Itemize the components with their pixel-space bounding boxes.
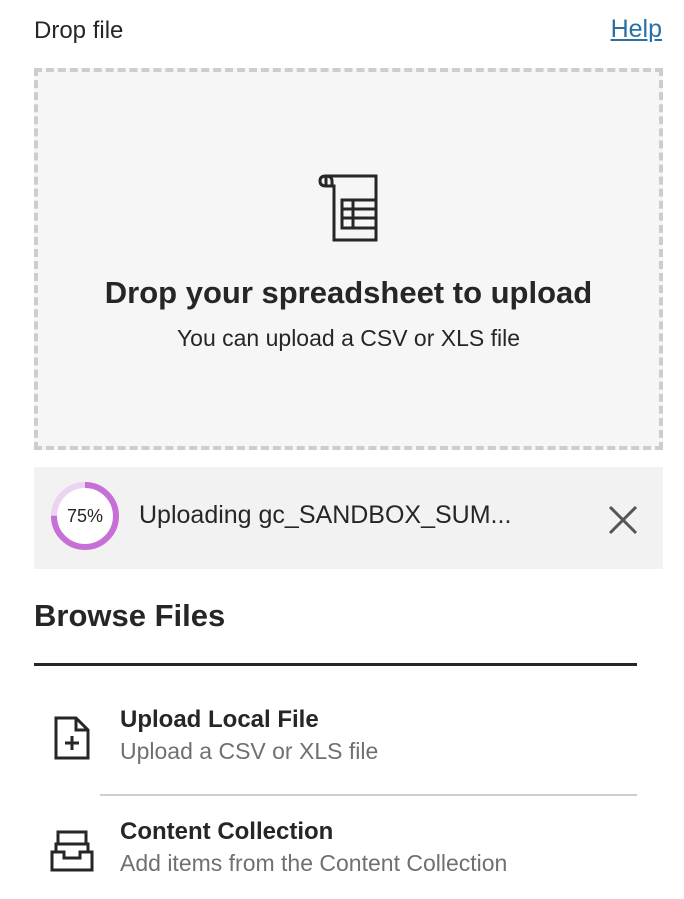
drop-file-label: Drop file [34,17,124,44]
inbox-tray-icon [50,830,94,872]
progress-percent: 75% [66,505,104,526]
browse-files-title: Browse Files [34,598,226,633]
help-link[interactable]: Help [611,15,662,44]
upload-filename: Uploading gc_SANDBOX_SUM... [139,501,512,529]
option-description: Add items from the Content Collection [120,850,508,876]
option-title: Content Collection [120,818,334,845]
dropzone-title: Drop your spreadsheet to upload [104,275,593,310]
close-icon[interactable] [607,504,639,536]
option-title: Upload Local File [120,706,319,733]
file-upload-panel: Drop file Help Drop your spreadsheet to … [0,0,684,899]
upload-local-file-option[interactable]: Upload Local File Upload a CSV or XLS fi… [34,700,637,790]
browse-divider [34,663,637,666]
dropzone[interactable]: Drop your spreadsheet to upload You can … [34,68,663,450]
file-plus-icon [54,716,90,760]
upload-progress-row: 75% Uploading gc_SANDBOX_SUM... [34,467,663,569]
spreadsheet-icon [318,174,378,242]
dropzone-subtitle: You can upload a CSV or XLS file [176,325,521,351]
content-collection-option[interactable]: Content Collection Add items from the Co… [34,812,637,899]
option-description: Upload a CSV or XLS file [120,738,379,764]
option-divider [100,794,637,796]
